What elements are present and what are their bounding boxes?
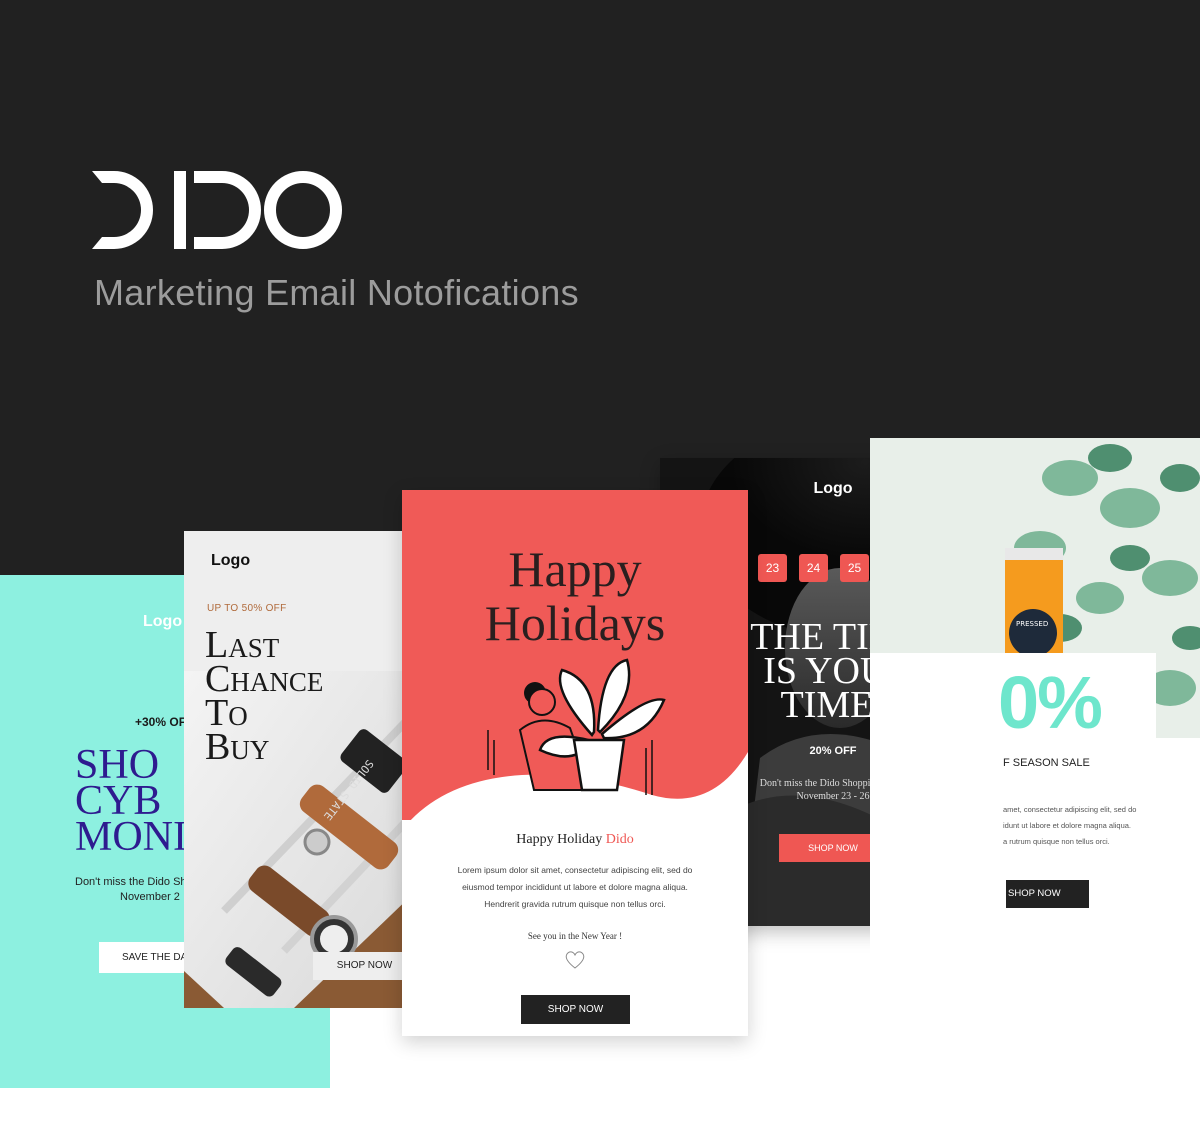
card-subtitle: Happy Holiday Dido [402,832,748,848]
happy-holidays-email-card[interactable]: Happy Holidays Happy Holiday Dido Lorem … [402,490,748,1036]
season-sale-email-card[interactable]: PRESSED 0% F SEASON SALE amet, consectet… [870,438,1200,1098]
card-title: SHO CYB MONI [75,744,187,860]
sign-off-text: See you in the New Year ! [527,931,623,941]
shop-now-button[interactable]: SHOP NOW [1006,880,1089,908]
text-line: amet, consectetur adipiscing elit, sed d… [1003,805,1137,814]
card-text: Lorem ipsum dolor sit amet, consectetur … [442,862,708,913]
title-line: To [205,692,248,734]
title-line: Buy [205,726,270,768]
dido-logo [92,171,342,249]
text-line: idunt ut labore et dolore magna aliqua. [1003,821,1132,830]
date-badge: 25 [840,554,869,582]
holiday-illustration [402,490,748,820]
text-line: a rutrum quisque non tellus orci. [1003,837,1110,846]
title-line: Holidays [484,595,666,651]
title-line: Chance [205,658,324,700]
date-badge: 23 [758,554,787,582]
badge-text: PRESSED [1016,620,1048,628]
card-logo: Logo [211,552,251,569]
card-text-date: November 2 [120,891,180,903]
subtitle-accent: Dido [605,832,634,847]
date-badge: 24 [799,554,828,582]
text-line: Lorem ipsum dolor sit amet, consectetur … [457,865,693,875]
heart-icon [565,951,585,969]
shop-now-button[interactable]: SHOP NOW [313,952,416,980]
title-line: Happy [508,541,642,597]
shop-now-button[interactable]: SHOP NOW [521,995,630,1024]
card-title: Last Chance To Buy [205,624,324,768]
title-line: Last [205,624,280,666]
sale-heading: F SEASON SALE [1003,757,1090,769]
card-text: amet, consectetur adipiscing elit, sed d… [1003,802,1163,850]
last-chance-email-card[interactable]: SOLID STATE Logo UP TO 50% OFF Last Chan… [184,531,416,1008]
offer-text: +30% OF [135,715,187,729]
offer-text: UP TO 50% OFF [207,603,287,614]
text-line: Hendrerit gravida rutrum quisque non tel… [484,899,666,909]
text-line: eiusmod tempor incididunt ut labore et d… [462,882,688,892]
title-line: MONI [75,814,187,860]
card-title: Happy Holidays [402,542,748,650]
tagline: Marketing Email Notofications [94,272,579,313]
card-logo: Logo [143,613,183,630]
discount-percent: 0% [998,661,1103,744]
subtitle-text: Happy Holiday [516,832,603,847]
